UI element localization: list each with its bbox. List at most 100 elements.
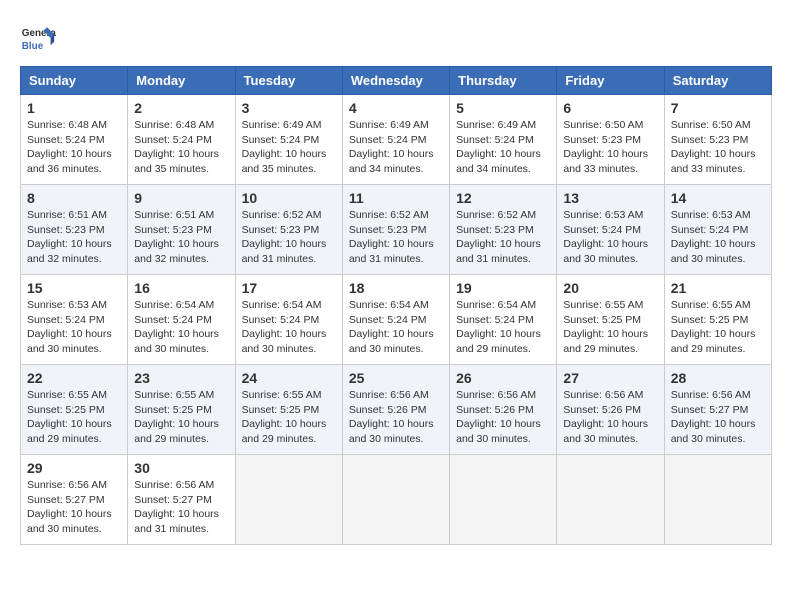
day-info: Sunrise: 6:56 AM Sunset: 5:26 PM Dayligh… bbox=[349, 388, 443, 447]
day-info: Sunrise: 6:55 AM Sunset: 5:25 PM Dayligh… bbox=[27, 388, 121, 447]
day-info: Sunrise: 6:49 AM Sunset: 5:24 PM Dayligh… bbox=[242, 118, 336, 177]
calendar-cell: 25 Sunrise: 6:56 AM Sunset: 5:26 PM Dayli… bbox=[342, 365, 449, 455]
day-info: Sunrise: 6:55 AM Sunset: 5:25 PM Dayligh… bbox=[134, 388, 228, 447]
calendar-day-header: Saturday bbox=[664, 67, 771, 95]
calendar-cell: 20Sunrise: 6:55 AM Sunset: 5:25 PM Dayli… bbox=[557, 275, 664, 365]
day-number: 26 bbox=[456, 370, 550, 386]
day-info: Sunrise: 6:56 AM Sunset: 5:26 PM Dayligh… bbox=[456, 388, 550, 447]
day-number: 6 bbox=[563, 100, 657, 116]
day-info: Sunrise: 6:55 AM Sunset: 5:25 PM Dayligh… bbox=[242, 388, 336, 447]
calendar-cell bbox=[342, 455, 449, 545]
calendar-day-header: Thursday bbox=[450, 67, 557, 95]
day-number: 13 bbox=[563, 190, 657, 206]
calendar-week-row: 15 Sunrise: 6:53 AM Sunset: 5:24 PM Dayli… bbox=[21, 275, 772, 365]
day-number: 3 bbox=[242, 100, 336, 116]
day-info: Sunrise: 6:56 AM Sunset: 5:26 PM Dayligh… bbox=[563, 388, 657, 447]
calendar-cell: 26 Sunrise: 6:56 AM Sunset: 5:26 PM Dayli… bbox=[450, 365, 557, 455]
calendar-cell: 27 Sunrise: 6:56 AM Sunset: 5:26 PM Dayli… bbox=[557, 365, 664, 455]
day-info: Sunrise: 6:55 AM Sunset: 5:25 PM Dayligh… bbox=[671, 298, 765, 357]
day-info: Sunrise: 6:56 AM Sunset: 5:27 PM Dayligh… bbox=[671, 388, 765, 447]
calendar-week-row: 8 Sunrise: 6:51 AM Sunset: 5:23 PM Daylig… bbox=[21, 185, 772, 275]
calendar-week-row: 1 Sunrise: 6:48 AM Sunset: 5:24 PM Daylig… bbox=[21, 95, 772, 185]
calendar-week-row: 29 Sunrise: 6:56 AM Sunset: 5:27 PM Dayli… bbox=[21, 455, 772, 545]
day-info: Sunrise: 6:56 AM Sunset: 5:27 PM Dayligh… bbox=[134, 478, 228, 537]
day-info: Sunrise: 6:53 AM Sunset: 5:24 PM Dayligh… bbox=[671, 208, 765, 267]
calendar-cell: 1 Sunrise: 6:48 AM Sunset: 5:24 PM Daylig… bbox=[21, 95, 128, 185]
day-number: 1 bbox=[27, 100, 121, 116]
calendar-day-header: Wednesday bbox=[342, 67, 449, 95]
calendar-cell bbox=[664, 455, 771, 545]
day-number: 19 bbox=[456, 280, 550, 296]
day-info: Sunrise: 6:48 AM Sunset: 5:24 PM Dayligh… bbox=[27, 118, 121, 177]
day-info: Sunrise: 6:48 AM Sunset: 5:24 PM Dayligh… bbox=[134, 118, 228, 177]
day-info: Sunrise: 6:51 AM Sunset: 5:23 PM Dayligh… bbox=[27, 208, 121, 267]
day-info: Sunrise: 6:49 AM Sunset: 5:24 PM Dayligh… bbox=[349, 118, 443, 177]
day-number: 25 bbox=[349, 370, 443, 386]
calendar-cell: 17 Sunrise: 6:54 AM Sunset: 5:24 PM Dayli… bbox=[235, 275, 342, 365]
calendar-cell: 28 Sunrise: 6:56 AM Sunset: 5:27 PM Dayli… bbox=[664, 365, 771, 455]
day-number: 11 bbox=[349, 190, 443, 206]
day-number: 21 bbox=[671, 280, 765, 296]
calendar-day-header: Monday bbox=[128, 67, 235, 95]
calendar-cell: 3 Sunrise: 6:49 AM Sunset: 5:24 PM Daylig… bbox=[235, 95, 342, 185]
day-info: Sunrise: 6:54 AM Sunset: 5:24 PM Dayligh… bbox=[134, 298, 228, 357]
day-info: Sunrise: 6:52 AM Sunset: 5:23 PM Dayligh… bbox=[349, 208, 443, 267]
day-number: 12 bbox=[456, 190, 550, 206]
day-number: 17 bbox=[242, 280, 336, 296]
calendar-cell: 16Sunrise: 6:54 AM Sunset: 5:24 PM Dayli… bbox=[128, 275, 235, 365]
calendar-cell bbox=[450, 455, 557, 545]
day-info: Sunrise: 6:54 AM Sunset: 5:24 PM Dayligh… bbox=[349, 298, 443, 357]
calendar-day-header: Tuesday bbox=[235, 67, 342, 95]
page-header: General Blue bbox=[20, 20, 772, 56]
calendar-cell: 4 Sunrise: 6:49 AM Sunset: 5:24 PM Daylig… bbox=[342, 95, 449, 185]
calendar-cell: 7Sunrise: 6:50 AM Sunset: 5:23 PM Daylig… bbox=[664, 95, 771, 185]
logo: General Blue bbox=[20, 20, 56, 56]
calendar-cell: 14 Sunrise: 6:53 AM Sunset: 5:24 PM Dayli… bbox=[664, 185, 771, 275]
svg-text:Blue: Blue bbox=[22, 41, 44, 52]
calendar-cell: 10 Sunrise: 6:52 AM Sunset: 5:23 PM Dayli… bbox=[235, 185, 342, 275]
day-number: 27 bbox=[563, 370, 657, 386]
day-info: Sunrise: 6:50 AM Sunset: 5:23 PM Dayligh… bbox=[563, 118, 657, 177]
day-info: Sunrise: 6:54 AM Sunset: 5:24 PM Dayligh… bbox=[456, 298, 550, 357]
day-number: 22 bbox=[27, 370, 121, 386]
calendar-cell: 12Sunrise: 6:52 AM Sunset: 5:23 PM Dayli… bbox=[450, 185, 557, 275]
day-info: Sunrise: 6:49 AM Sunset: 5:24 PM Dayligh… bbox=[456, 118, 550, 177]
calendar-cell: 6 Sunrise: 6:50 AM Sunset: 5:23 PM Daylig… bbox=[557, 95, 664, 185]
day-info: Sunrise: 6:51 AM Sunset: 5:23 PM Dayligh… bbox=[134, 208, 228, 267]
calendar-day-header: Friday bbox=[557, 67, 664, 95]
day-info: Sunrise: 6:52 AM Sunset: 5:23 PM Dayligh… bbox=[242, 208, 336, 267]
day-info: Sunrise: 6:50 AM Sunset: 5:23 PM Dayligh… bbox=[671, 118, 765, 177]
day-number: 5 bbox=[456, 100, 550, 116]
calendar-cell: 13 Sunrise: 6:53 AM Sunset: 5:24 PM Dayli… bbox=[557, 185, 664, 275]
calendar-cell: 18 Sunrise: 6:54 AM Sunset: 5:24 PM Dayli… bbox=[342, 275, 449, 365]
day-number: 29 bbox=[27, 460, 121, 476]
calendar-cell: 19 Sunrise: 6:54 AM Sunset: 5:24 PM Dayli… bbox=[450, 275, 557, 365]
day-number: 18 bbox=[349, 280, 443, 296]
day-number: 4 bbox=[349, 100, 443, 116]
day-number: 14 bbox=[671, 190, 765, 206]
day-number: 30 bbox=[134, 460, 228, 476]
calendar-cell: 22 Sunrise: 6:55 AM Sunset: 5:25 PM Dayli… bbox=[21, 365, 128, 455]
calendar-table: SundayMondayTuesdayWednesdayThursdayFrid… bbox=[20, 66, 772, 545]
day-number: 24 bbox=[242, 370, 336, 386]
calendar-cell: 15 Sunrise: 6:53 AM Sunset: 5:24 PM Dayli… bbox=[21, 275, 128, 365]
day-number: 8 bbox=[27, 190, 121, 206]
day-info: Sunrise: 6:53 AM Sunset: 5:24 PM Dayligh… bbox=[27, 298, 121, 357]
calendar-cell: 23 Sunrise: 6:55 AM Sunset: 5:25 PM Dayli… bbox=[128, 365, 235, 455]
calendar-cell: 30 Sunrise: 6:56 AM Sunset: 5:27 PM Dayli… bbox=[128, 455, 235, 545]
calendar-cell: 5 Sunrise: 6:49 AM Sunset: 5:24 PM Daylig… bbox=[450, 95, 557, 185]
calendar-week-row: 22 Sunrise: 6:55 AM Sunset: 5:25 PM Dayli… bbox=[21, 365, 772, 455]
calendar-header-row: SundayMondayTuesdayWednesdayThursdayFrid… bbox=[21, 67, 772, 95]
calendar-day-header: Sunday bbox=[21, 67, 128, 95]
day-info: Sunrise: 6:56 AM Sunset: 5:27 PM Dayligh… bbox=[27, 478, 121, 537]
calendar-cell: 8 Sunrise: 6:51 AM Sunset: 5:23 PM Daylig… bbox=[21, 185, 128, 275]
day-info: Sunrise: 6:55 AM Sunset: 5:25 PM Dayligh… bbox=[563, 298, 657, 357]
day-info: Sunrise: 6:53 AM Sunset: 5:24 PM Dayligh… bbox=[563, 208, 657, 267]
day-number: 23 bbox=[134, 370, 228, 386]
day-number: 15 bbox=[27, 280, 121, 296]
calendar-cell bbox=[235, 455, 342, 545]
calendar-cell: 9Sunrise: 6:51 AM Sunset: 5:23 PM Daylig… bbox=[128, 185, 235, 275]
day-number: 28 bbox=[671, 370, 765, 386]
day-number: 10 bbox=[242, 190, 336, 206]
day-info: Sunrise: 6:54 AM Sunset: 5:24 PM Dayligh… bbox=[242, 298, 336, 357]
